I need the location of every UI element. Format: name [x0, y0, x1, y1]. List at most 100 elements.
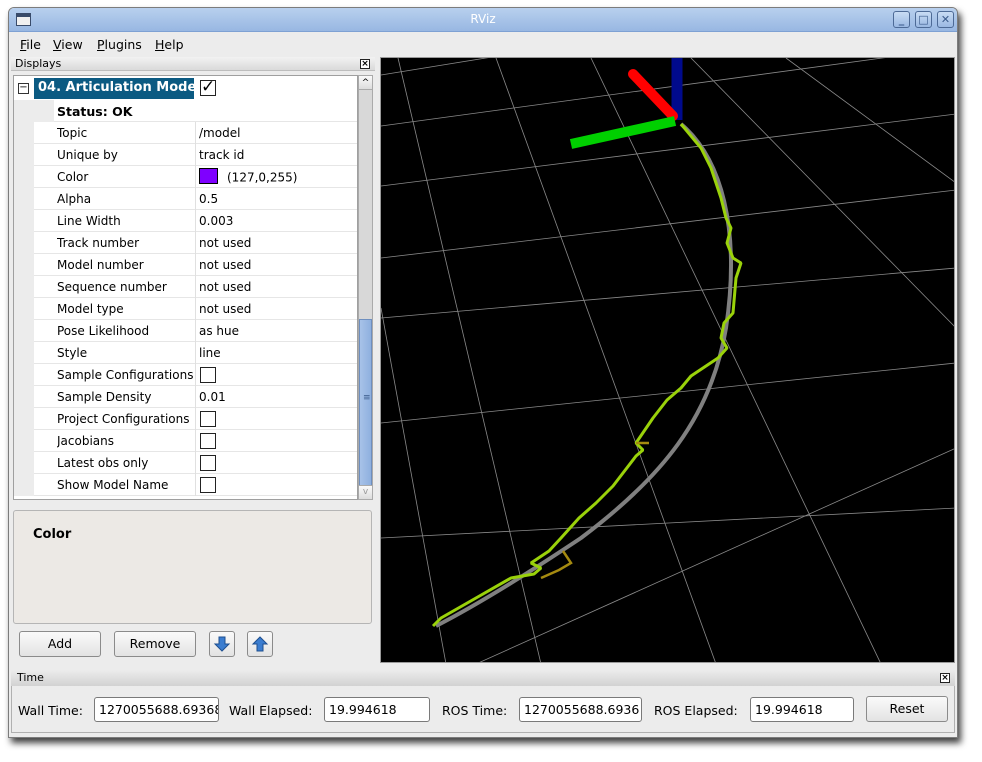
menu-view[interactable]: View: [53, 37, 83, 52]
property-row[interactable]: Unique by track id: [14, 144, 357, 166]
property-value[interactable]: as hue: [199, 324, 239, 338]
property-name: Sequence number: [57, 280, 167, 294]
chevron-up-icon: ^: [361, 78, 370, 88]
column-divider: [195, 232, 196, 254]
property-row[interactable]: Alpha 0.5: [14, 188, 357, 210]
color-swatch[interactable]: [199, 168, 218, 184]
property-checkbox[interactable]: [200, 477, 216, 493]
property-row[interactable]: Track number not used: [14, 232, 357, 254]
property-value[interactable]: 0.01: [199, 390, 226, 404]
remove-button[interactable]: Remove: [114, 631, 196, 657]
maximize-button[interactable]: □: [915, 11, 932, 28]
property-value[interactable]: track id: [199, 148, 244, 162]
property-name: Model type: [57, 302, 124, 316]
display-enabled-checkbox[interactable]: ✓: [200, 79, 216, 96]
property-row[interactable]: Line Width 0.003: [14, 210, 357, 232]
property-value[interactable]: 0.003: [199, 214, 233, 228]
add-button[interactable]: Add: [19, 631, 101, 657]
display-row-articulation-model[interactable]: − 04. Articulation Mode ✓: [14, 78, 357, 100]
property-value[interactable]: not used: [199, 280, 251, 294]
column-divider: [195, 254, 196, 276]
row-gutter: [14, 144, 34, 166]
menu-help[interactable]: Help: [155, 37, 184, 52]
title-bar[interactable]: RViz _ □ ✕: [9, 8, 957, 32]
column-divider: [195, 452, 196, 474]
close-icon: ✕: [940, 13, 951, 26]
scroll-down-button[interactable]: v: [359, 485, 372, 499]
row-gutter: [14, 342, 34, 364]
row-gutter: [14, 188, 34, 210]
trajectory-path: [431, 123, 743, 628]
scrollbar-thumb[interactable]: ≡: [359, 319, 372, 487]
property-row[interactable]: Color (127,0,255): [14, 166, 357, 188]
property-value[interactable]: line: [199, 346, 221, 360]
property-row[interactable]: Pose Likelihood as hue: [14, 320, 357, 342]
property-name: Alpha: [57, 192, 92, 206]
menu-bar: File View Plugins Help: [9, 33, 957, 55]
property-name: Style: [57, 346, 88, 360]
menu-file[interactable]: File: [20, 37, 41, 52]
property-row[interactable]: Show Model Name: [14, 474, 357, 496]
property-description: Color: [13, 510, 372, 624]
row-gutter: [14, 386, 34, 408]
window-title: RViz: [470, 12, 496, 26]
3d-render-viewport[interactable]: [380, 57, 955, 663]
ros-time-field[interactable]: 1270055688.6936: [519, 697, 642, 722]
row-gutter: [14, 232, 34, 254]
menu-plugins[interactable]: Plugins: [97, 37, 142, 52]
property-checkbox[interactable]: [200, 411, 216, 427]
property-name: Color: [57, 170, 89, 184]
minimize-icon: _: [898, 13, 905, 26]
property-row[interactable]: Jacobians: [14, 430, 357, 452]
time-panel-close-button[interactable]: ×: [940, 673, 950, 683]
property-checkbox[interactable]: [200, 455, 216, 471]
property-name: Sample Density: [57, 390, 152, 404]
property-row[interactable]: Latest obs only: [14, 452, 357, 474]
property-value[interactable]: not used: [199, 302, 251, 316]
scroll-up-button[interactable]: ^: [359, 76, 372, 90]
property-row[interactable]: Model number not used: [14, 254, 357, 276]
property-row[interactable]: Model type not used: [14, 298, 357, 320]
close-button[interactable]: ✕: [937, 11, 954, 28]
property-name: Show Model Name: [57, 478, 169, 492]
row-gutter: [14, 408, 34, 430]
property-value[interactable]: /model: [199, 126, 240, 140]
wall-time-field[interactable]: 1270055688.69368: [94, 697, 219, 722]
close-icon: ×: [361, 59, 369, 69]
collapse-icon[interactable]: −: [18, 83, 29, 94]
property-name: Latest obs only: [57, 456, 149, 470]
column-divider: [195, 320, 196, 342]
property-value[interactable]: (127,0,255): [199, 168, 297, 186]
property-row[interactable]: Project Configurations: [14, 408, 357, 430]
minimize-button[interactable]: _: [893, 11, 910, 28]
property-row[interactable]: Topic/model: [14, 122, 357, 144]
displays-panel-close-button[interactable]: ×: [360, 59, 370, 69]
maximize-icon: □: [918, 13, 929, 26]
column-divider: [195, 166, 196, 188]
displays-panel-title: Displays: [15, 57, 62, 70]
column-divider: [195, 210, 196, 232]
display-name[interactable]: 04. Articulation Mode: [34, 78, 194, 99]
status-row: Status: OK: [14, 100, 357, 122]
property-row[interactable]: Sample Configurations: [14, 364, 357, 386]
move-up-button[interactable]: [247, 631, 273, 657]
property-value[interactable]: not used: [199, 236, 251, 250]
property-value[interactable]: 0.5: [199, 192, 218, 206]
property-checkbox[interactable]: [200, 367, 216, 383]
property-name: Track number: [57, 236, 140, 250]
property-row[interactable]: Sequence number not used: [14, 276, 357, 298]
property-value[interactable]: not used: [199, 258, 251, 272]
displays-panel-header: Displays ×: [11, 57, 375, 71]
row-gutter: [14, 452, 34, 474]
status-text: Status: OK: [57, 104, 133, 119]
move-down-button[interactable]: [209, 631, 235, 657]
ros-elapsed-field[interactable]: 19.994618: [750, 697, 854, 722]
property-checkbox[interactable]: [200, 433, 216, 449]
property-row[interactable]: Style line: [14, 342, 357, 364]
grip-icon: ≡: [363, 393, 371, 403]
displays-scrollbar[interactable]: ^ ≡ v: [358, 75, 373, 500]
property-row[interactable]: Sample Density 0.01: [14, 386, 357, 408]
wall-elapsed-field[interactable]: 19.994618: [324, 697, 430, 722]
property-name: Model number: [57, 258, 144, 272]
reset-button[interactable]: Reset: [866, 696, 948, 722]
